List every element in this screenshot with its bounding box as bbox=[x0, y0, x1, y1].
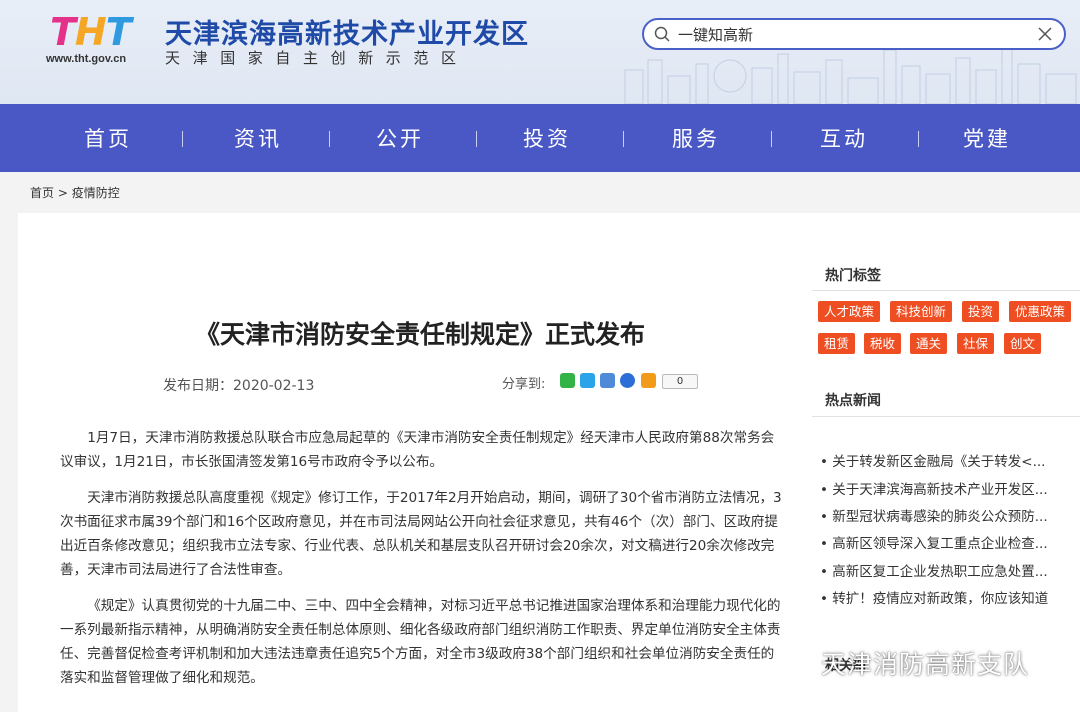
wechat-icon[interactable] bbox=[560, 373, 575, 388]
publish-date-label: 发布日期： bbox=[163, 378, 233, 394]
nav-interact[interactable]: 互动 bbox=[784, 104, 904, 172]
tag-social-security[interactable]: 社保 bbox=[957, 333, 995, 354]
baidu-icon[interactable] bbox=[620, 373, 635, 388]
tag-customs[interactable]: 通关 bbox=[910, 333, 948, 354]
share-count: 0 bbox=[662, 374, 698, 389]
tag-innovation[interactable]: 科技创新 bbox=[890, 301, 953, 322]
share-label: 分享到: bbox=[502, 377, 546, 392]
main-nav: 首页 资讯 公开 投资 服务 互动 党建 bbox=[0, 104, 1080, 172]
tag-talent[interactable]: 人才政策 bbox=[818, 301, 881, 322]
article-body: 1月7日，天津市消防救援总队联合市应急局起草的《天津市消防安全责任制规定》经天津… bbox=[60, 426, 782, 702]
search-box bbox=[642, 18, 1066, 50]
tag-tax[interactable]: 税收 bbox=[864, 333, 902, 354]
publish-date-value: 2020-02-13 bbox=[233, 378, 315, 394]
article-paragraph: 1月7日，天津市消防救援总队联合市应急局起草的《天津市消防安全责任制规定》经天津… bbox=[60, 430, 775, 470]
tag-lease[interactable]: 租赁 bbox=[818, 333, 856, 354]
search-input[interactable] bbox=[678, 24, 1018, 44]
tag-invest[interactable]: 投资 bbox=[962, 301, 1000, 322]
nav-separator bbox=[329, 131, 330, 147]
hot-tags-title: 热门标签 bbox=[825, 268, 881, 284]
breadcrumb: 首页 > 疫情防控 bbox=[30, 184, 120, 201]
news-item[interactable]: • 高新区领导深入复工重点企业检查... bbox=[820, 532, 1078, 552]
divider bbox=[812, 290, 1080, 291]
wechat-watermark-icon bbox=[786, 654, 812, 674]
breadcrumb-home[interactable]: 首页 bbox=[30, 186, 54, 200]
site-name: 天津滨海高新技术产业开发区 bbox=[165, 19, 529, 50]
tag-preferential[interactable]: 优惠政策 bbox=[1009, 301, 1072, 322]
breadcrumb-separator: > bbox=[54, 186, 72, 200]
weibo-icon[interactable] bbox=[600, 373, 615, 388]
nav-separator bbox=[623, 131, 624, 147]
hot-news-title: 热点新闻 bbox=[825, 393, 881, 409]
watermark: 天津消防高新支队 bbox=[786, 645, 1029, 681]
news-item[interactable]: • 关于天津滨海高新技术产业开发区... bbox=[820, 478, 1078, 498]
nav-home[interactable]: 首页 bbox=[48, 104, 168, 172]
nav-public[interactable]: 公开 bbox=[340, 104, 460, 172]
news-item[interactable]: • 新型冠状病毒感染的肺炎公众预防... bbox=[820, 505, 1078, 525]
article-paragraph: 天津市消防救援总队高度重视《规定》修订工作，于2017年2月开始启动，期间，调研… bbox=[60, 490, 782, 578]
nav-separator bbox=[771, 131, 772, 147]
qzone-icon[interactable] bbox=[580, 373, 595, 388]
watermark-text: 天津消防高新支队 bbox=[820, 650, 1029, 679]
nav-separator bbox=[182, 131, 183, 147]
nav-party[interactable]: 党建 bbox=[927, 104, 1047, 172]
nav-service[interactable]: 服务 bbox=[636, 104, 756, 172]
close-icon[interactable] bbox=[1036, 25, 1054, 43]
site-header: THT www.tht.gov.cn 天津滨海高新技术产业开发区 天津国家自主创… bbox=[0, 0, 1080, 104]
more-share-icon[interactable] bbox=[641, 373, 656, 388]
news-item[interactable]: • 转扩！疫情应对新政策，你应该知道 bbox=[820, 587, 1078, 607]
tht-logo[interactable]: THT bbox=[50, 13, 154, 51]
breadcrumb-current[interactable]: 疫情防控 bbox=[72, 186, 120, 200]
article-title: 《天津市消防安全责任制规定》正式发布 bbox=[194, 320, 645, 349]
logo-url: www.tht.gov.cn bbox=[46, 53, 127, 65]
nav-invest[interactable]: 投资 bbox=[487, 104, 607, 172]
nav-separator bbox=[918, 131, 919, 147]
article-paragraph: 《规定》认真贯彻党的十九届二中、三中、四中全会精神，对标习近平总书记推进国家治理… bbox=[60, 598, 781, 686]
nav-separator bbox=[476, 131, 477, 147]
publish-date: 发布日期：2020-02-13 bbox=[163, 375, 314, 395]
news-item[interactable]: • 高新区复工企业发热职工应急处置... bbox=[820, 560, 1078, 580]
tag-civilization[interactable]: 创文 bbox=[1004, 333, 1042, 354]
news-item[interactable]: • 关于转发新区金融局《关于转发<... bbox=[820, 450, 1078, 470]
search-icon[interactable] bbox=[654, 26, 670, 42]
divider bbox=[812, 416, 1080, 417]
site-subtitle: 天津国家自主创新示范区 bbox=[165, 49, 469, 67]
nav-news[interactable]: 资讯 bbox=[198, 104, 318, 172]
